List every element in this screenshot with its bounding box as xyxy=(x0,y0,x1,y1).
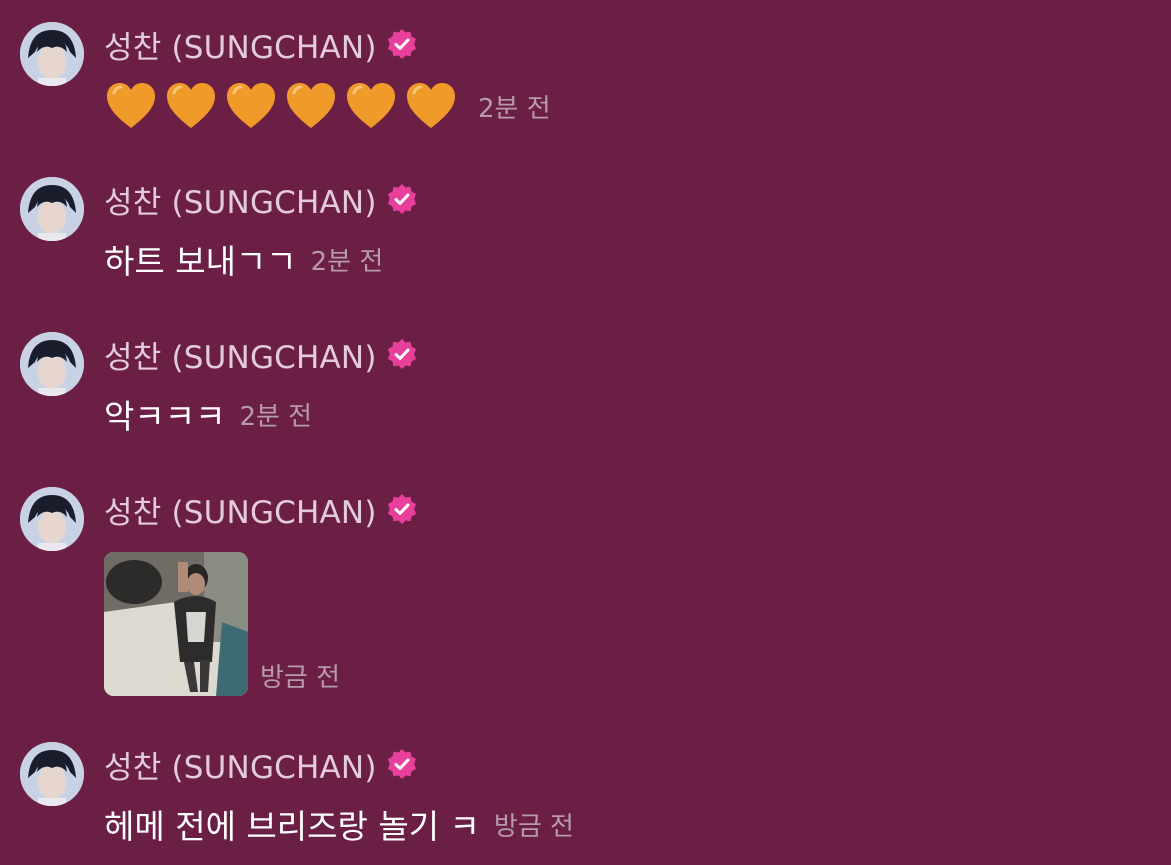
orange-heart-icon xyxy=(167,83,215,128)
orange-heart-icon xyxy=(107,83,155,128)
message-item: 성찬 (SUNGCHAN) 하트 보내ㄱㄱ 2분 전 xyxy=(0,177,1171,287)
author-name[interactable]: 성찬 (SUNGCHAN) xyxy=(104,742,377,787)
orange-heart-icon xyxy=(287,83,335,128)
timestamp: 2분 전 xyxy=(478,93,551,124)
timestamp: 2분 전 xyxy=(310,246,384,277)
avatar[interactable] xyxy=(20,22,84,86)
avatar-image xyxy=(20,742,84,806)
message-item: 성찬 (SUNGCHAN) 방금 전 xyxy=(0,487,1171,699)
avatar-image xyxy=(20,22,84,86)
avatar-image xyxy=(20,487,84,551)
timestamp: 방금 전 xyxy=(493,811,574,842)
avatar-image xyxy=(20,177,84,241)
verified-badge-icon xyxy=(387,494,416,524)
emoji-row xyxy=(104,81,464,131)
author-name[interactable]: 성찬 (SUNGCHAN) xyxy=(104,332,377,377)
avatar[interactable] xyxy=(20,177,84,241)
orange-heart-icon xyxy=(227,83,275,128)
timestamp: 2분 전 xyxy=(239,401,313,432)
verified-badge-icon xyxy=(387,749,416,779)
verified-badge-icon xyxy=(387,339,416,369)
author-name[interactable]: 성찬 (SUNGCHAN) xyxy=(104,177,377,222)
orange-heart-icon xyxy=(407,83,455,128)
author-name[interactable]: 성찬 (SUNGCHAN) xyxy=(104,487,377,532)
verified-badge-icon xyxy=(387,29,416,59)
avatar[interactable] xyxy=(20,742,84,806)
avatar[interactable] xyxy=(20,332,84,396)
verified-badge-icon xyxy=(387,184,416,214)
avatar[interactable] xyxy=(20,487,84,551)
avatar-image xyxy=(20,332,84,396)
timestamp: 방금 전 xyxy=(260,663,341,693)
message-item: 성찬 (SUNGCHAN) 헤메 전에 브리즈랑 놀기 ㅋ 방금 전 xyxy=(0,742,1171,852)
message-item: 성찬 (SUNGCHAN) 악ㅋㅋㅋ 2분 전 xyxy=(0,332,1171,442)
author-name[interactable]: 성찬 (SUNGCHAN) xyxy=(104,22,377,67)
message-text[interactable]: 헤메 전에 브리즈랑 놀기 ㅋ xyxy=(104,800,480,848)
photo-thumbnail[interactable] xyxy=(104,552,248,696)
photo-image xyxy=(104,552,248,696)
message-text[interactable]: 악ㅋㅋㅋ xyxy=(104,390,225,438)
message-text[interactable]: 하트 보내ㄱㄱ xyxy=(104,235,297,283)
message-item: 성찬 (SUNGCHAN) 2분 전 xyxy=(0,22,1171,142)
orange-heart-icon xyxy=(347,83,395,128)
